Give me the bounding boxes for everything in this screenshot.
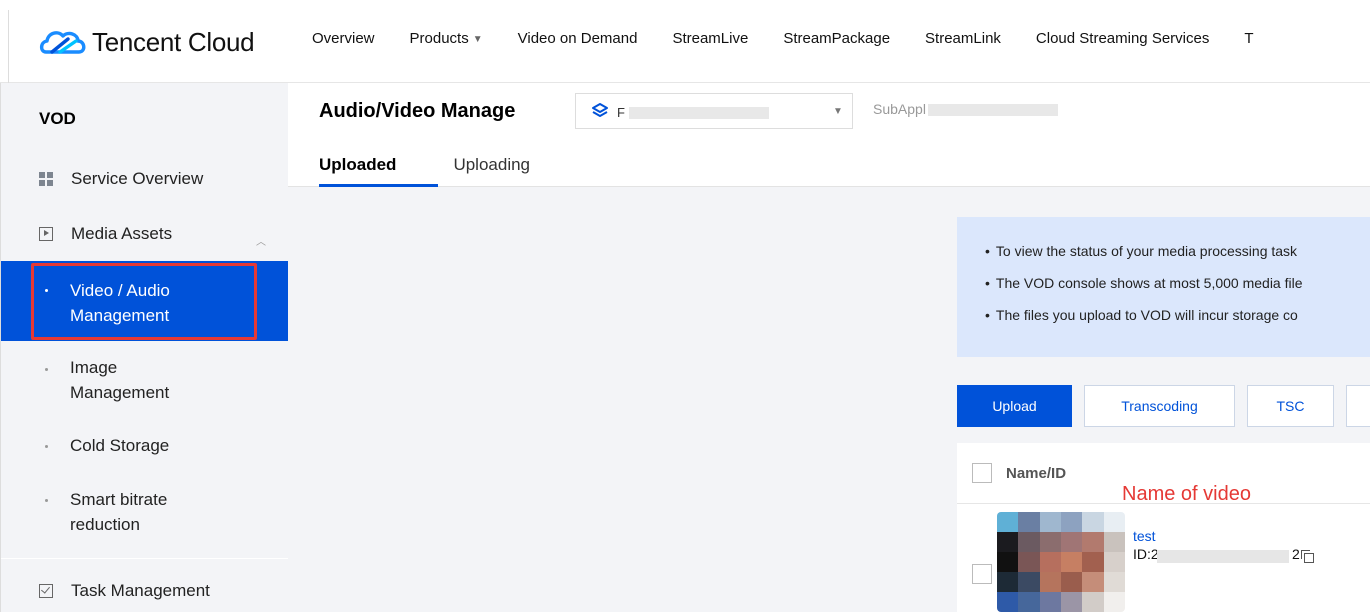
task-check-icon bbox=[39, 584, 53, 598]
redacted-area bbox=[928, 104, 1058, 116]
page-title: Audio/Video Manage bbox=[319, 100, 516, 122]
notice-item: The VOD console shows at most 5,000 medi… bbox=[985, 275, 1303, 291]
media-play-icon bbox=[39, 227, 53, 241]
nav-streamlink[interactable]: StreamLink bbox=[925, 30, 1001, 47]
transcoding-button[interactable]: Transcoding bbox=[1084, 385, 1235, 427]
caret-down-icon: ▼ bbox=[833, 106, 843, 117]
select-all-checkbox[interactable] bbox=[972, 463, 992, 483]
sidebar-title: VOD bbox=[39, 109, 76, 128]
caret-down-icon: ▼ bbox=[472, 33, 483, 45]
copy-icon[interactable] bbox=[1301, 550, 1314, 563]
application-select-value: F bbox=[617, 105, 625, 120]
media-table: Name/ID Name of video test ID:2 2 bbox=[957, 443, 1370, 612]
nav-truncated[interactable]: T bbox=[1244, 30, 1253, 47]
highlight-box bbox=[31, 263, 257, 340]
active-tab-indicator bbox=[319, 184, 438, 187]
nav-products-label: Products bbox=[409, 30, 469, 47]
sidebar: VOD Service Overview Media Assets ︿ Vide… bbox=[0, 83, 289, 612]
chevron-up-icon[interactable]: ︿ bbox=[256, 233, 266, 248]
tab-uploading[interactable]: Uploading bbox=[453, 155, 530, 175]
bullet-icon bbox=[45, 368, 48, 371]
application-select[interactable]: F ▼ bbox=[575, 93, 853, 129]
bullet-icon bbox=[45, 445, 48, 448]
sidebar-item-task-management[interactable]: Task Management bbox=[39, 581, 210, 601]
annotation-label: Name of video bbox=[1122, 483, 1251, 505]
sidebar-item-label: Task Management bbox=[71, 581, 210, 600]
video-thumbnail[interactable] bbox=[997, 512, 1125, 612]
upload-button[interactable]: Upload bbox=[957, 385, 1072, 427]
tencent-cloud-logo[interactable]: Tencent Cloud bbox=[38, 24, 255, 60]
tab-uploaded[interactable]: Uploaded bbox=[319, 155, 396, 175]
cloud-logo-icon bbox=[39, 31, 86, 54]
frame-edge bbox=[8, 10, 9, 83]
main-content: Audio/Video Manage F ▼ SubAppl Uploaded … bbox=[288, 83, 1370, 612]
dashboard-grid-icon bbox=[39, 172, 53, 186]
sidebar-item-smart-bitrate[interactable]: Smart bitrate reduction bbox=[70, 487, 210, 537]
sidebar-item-label: Media Assets bbox=[71, 224, 173, 243]
video-id-suffix: 2 bbox=[1292, 546, 1300, 562]
nav-streampackage[interactable]: StreamPackage bbox=[783, 30, 890, 47]
more-button[interactable] bbox=[1346, 385, 1370, 427]
tabs: Uploaded Uploading bbox=[319, 155, 587, 175]
tsc-button[interactable]: TSC bbox=[1247, 385, 1334, 427]
notice-item: To view the status of your media process… bbox=[985, 243, 1303, 259]
sidebar-item-label: Service Overview bbox=[71, 169, 204, 188]
layers-icon bbox=[592, 103, 608, 117]
divider bbox=[1, 558, 289, 559]
nav-video-on-demand[interactable]: Video on Demand bbox=[518, 30, 638, 47]
nav-products[interactable]: Products ▼ bbox=[410, 30, 483, 47]
redacted-area bbox=[629, 107, 769, 119]
top-nav-menu: Overview Products ▼ Video on Demand Strea… bbox=[312, 30, 1289, 47]
redacted-area bbox=[1157, 550, 1289, 563]
video-id-prefix: ID:2 bbox=[1133, 546, 1159, 562]
info-notice: To view the status of your media process… bbox=[957, 217, 1370, 357]
sidebar-item-media-assets[interactable]: Media Assets bbox=[39, 224, 172, 244]
row-checkbox[interactable] bbox=[972, 564, 992, 584]
sidebar-item-image-management[interactable]: Image Management bbox=[70, 355, 220, 405]
column-header-name-id: Name/ID bbox=[1006, 465, 1067, 482]
page-header: Audio/Video Manage F ▼ SubAppl Uploaded … bbox=[288, 83, 1370, 187]
nav-streamlive[interactable]: StreamLive bbox=[672, 30, 748, 47]
nav-overview[interactable]: Overview bbox=[312, 30, 375, 47]
video-name-link[interactable]: test bbox=[1133, 528, 1156, 544]
bullet-icon bbox=[45, 499, 48, 502]
sidebar-item-cold-storage[interactable]: Cold Storage bbox=[70, 433, 169, 458]
sidebar-item-service-overview[interactable]: Service Overview bbox=[39, 169, 203, 189]
subapp-label: SubAppl bbox=[873, 101, 926, 117]
notice-item: The files you upload to VOD will incur s… bbox=[985, 307, 1303, 323]
nav-cloud-streaming-services[interactable]: Cloud Streaming Services bbox=[1036, 30, 1209, 47]
top-navbar: Tencent Cloud Overview Products ▼ Video o… bbox=[0, 0, 1370, 83]
brand-name: Tencent Cloud bbox=[92, 26, 255, 57]
